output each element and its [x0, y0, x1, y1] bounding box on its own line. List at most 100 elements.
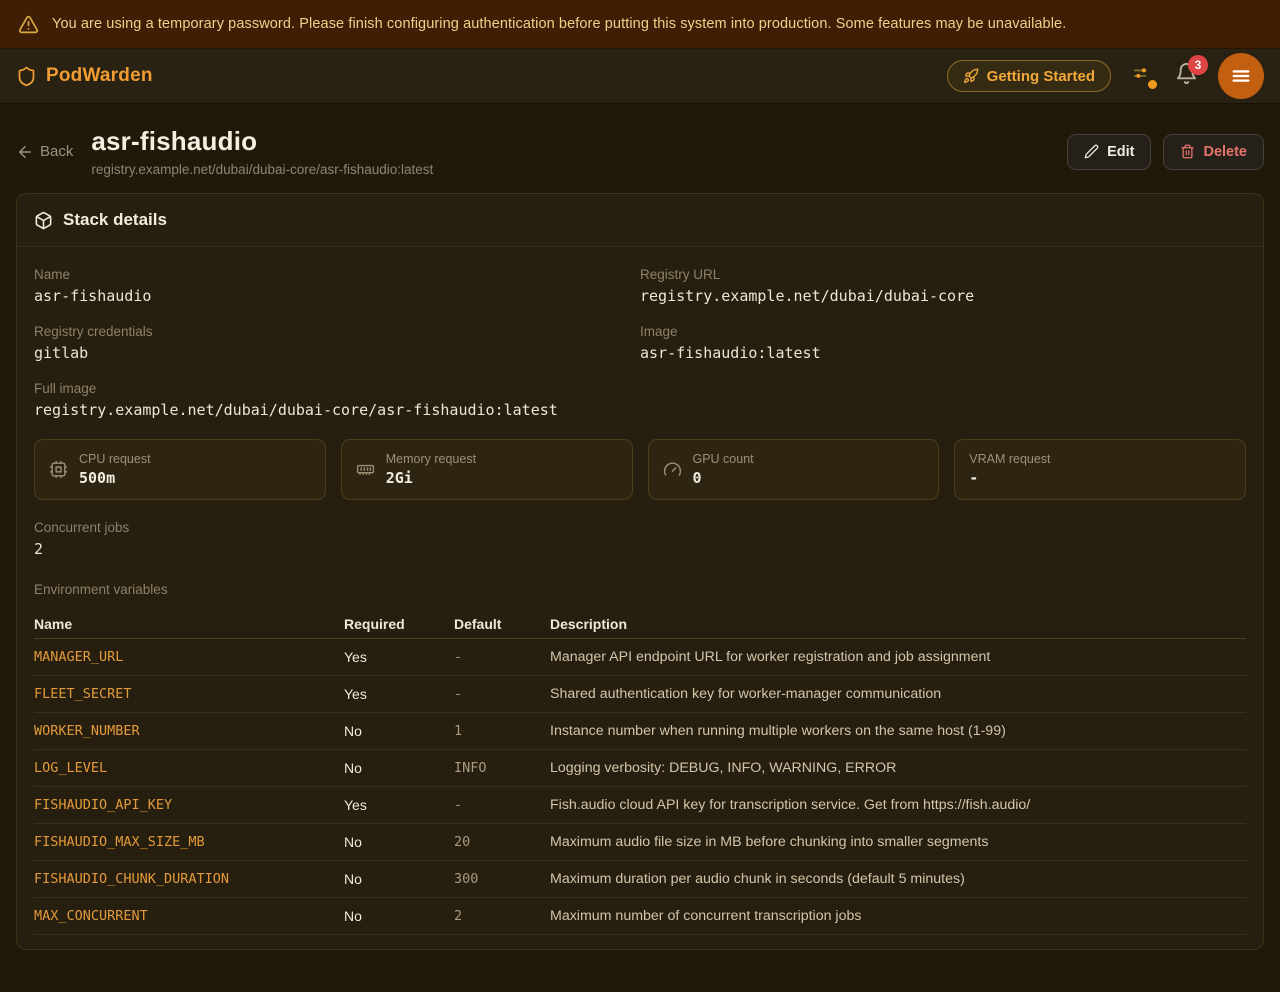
env-var-required: No	[344, 908, 454, 924]
warning-triangle-icon	[18, 14, 39, 35]
table-row: FISHAUDIO_API_KEY Yes - Fish.audio cloud…	[34, 787, 1246, 824]
user-menu-button[interactable]	[1218, 53, 1264, 99]
field-value: gitlab	[34, 344, 640, 362]
env-var-description: Shared authentication key for worker-man…	[550, 686, 1246, 702]
field-value: asr-fishaudio	[34, 287, 640, 305]
field-value: registry.example.net/dubai/dubai-core/as…	[34, 401, 1246, 419]
back-link[interactable]: Back	[16, 143, 73, 161]
env-var-required: Yes	[344, 649, 454, 665]
env-var-name: FLEET_SECRET	[34, 686, 344, 702]
temporary-password-banner: You are using a temporary password. Plea…	[0, 0, 1280, 49]
field-label: Image	[640, 324, 1246, 339]
table-row: MAX_CONCURRENT No 2 Maximum number of co…	[34, 898, 1246, 935]
cpu-request-card: CPU request 500m	[34, 439, 326, 500]
env-var-required: No	[344, 834, 454, 850]
env-variables-label: Environment variables	[34, 582, 1246, 597]
field-label: Concurrent jobs	[34, 520, 1246, 535]
cpu-icon	[49, 460, 68, 479]
env-var-name: FISHAUDIO_MAX_SIZE_MB	[34, 834, 344, 850]
delete-button[interactable]: Delete	[1163, 134, 1264, 170]
env-var-default: INFO	[454, 760, 550, 776]
field-value: asr-fishaudio:latest	[640, 344, 1246, 362]
stack-fields: Name asr-fishaudio Registry URL registry…	[34, 267, 1246, 419]
env-table-header: Name Required Default Description	[34, 609, 1246, 639]
table-row: FLEET_SECRET Yes - Shared authentication…	[34, 676, 1246, 713]
column-header-description: Description	[550, 616, 1246, 632]
env-var-description: Fish.audio cloud API key for transcripti…	[550, 797, 1246, 813]
resource-value: 500m	[79, 469, 151, 487]
env-var-description: Instance number when running multiple wo…	[550, 723, 1246, 739]
delete-label: Delete	[1203, 144, 1247, 160]
header-actions: Getting Started 3	[947, 53, 1264, 99]
env-var-description: Maximum audio file size in MB before chu…	[550, 834, 1246, 850]
resource-label: VRAM request	[969, 452, 1050, 466]
hamburger-icon	[1230, 65, 1252, 87]
table-row: FISHAUDIO_MAX_SIZE_MB No 20 Maximum audi…	[34, 824, 1246, 861]
env-var-default: 1	[454, 723, 550, 739]
env-var-name: WORKER_NUMBER	[34, 723, 344, 739]
resource-value: -	[969, 469, 1050, 487]
field-value: registry.example.net/dubai/dubai-core	[640, 287, 1246, 305]
trash-icon	[1180, 144, 1195, 159]
field-value: 2	[34, 540, 1246, 558]
getting-started-button[interactable]: Getting Started	[947, 60, 1111, 92]
getting-started-label: Getting Started	[987, 68, 1095, 85]
env-var-required: No	[344, 760, 454, 776]
field-full-image: Full image registry.example.net/dubai/du…	[34, 381, 1246, 419]
resource-label: CPU request	[79, 452, 151, 466]
rocket-icon	[963, 68, 979, 84]
table-row: WORKER_NUMBER No 1 Instance number when …	[34, 713, 1246, 750]
env-var-required: Yes	[344, 686, 454, 702]
notification-badge: 3	[1188, 55, 1208, 75]
env-var-required: No	[344, 723, 454, 739]
memory-request-card: Memory request 2Gi	[341, 439, 633, 500]
env-var-description: Maximum number of concurrent transcripti…	[550, 908, 1246, 924]
gpu-count-card: GPU count 0	[648, 439, 940, 500]
memory-icon	[356, 460, 375, 479]
field-label: Registry URL	[640, 267, 1246, 282]
field-image: Image asr-fishaudio:latest	[640, 324, 1246, 362]
page-title: asr-fishaudio	[91, 126, 433, 157]
field-label: Full image	[34, 381, 1246, 396]
edit-label: Edit	[1107, 144, 1134, 160]
resource-value: 2Gi	[386, 469, 476, 487]
env-var-default: 2	[454, 908, 550, 924]
shield-icon	[16, 66, 37, 87]
pencil-icon	[1084, 144, 1099, 159]
env-var-default: 300	[454, 871, 550, 887]
env-var-description: Manager API endpoint URL for worker regi…	[550, 649, 1246, 665]
column-header-required: Required	[344, 616, 454, 632]
edit-button[interactable]: Edit	[1067, 134, 1151, 170]
resource-value: 0	[693, 469, 754, 487]
notifications-bell[interactable]: 3	[1175, 62, 1198, 90]
brand[interactable]: PodWarden	[16, 65, 153, 87]
resource-label: Memory request	[386, 452, 476, 466]
table-row: FISHAUDIO_CHUNK_DURATION No 300 Maximum …	[34, 861, 1246, 898]
env-var-name: FISHAUDIO_API_KEY	[34, 797, 344, 813]
field-registry-url: Registry URL registry.example.net/dubai/…	[640, 267, 1246, 305]
env-var-default: 20	[454, 834, 550, 850]
table-row: MANAGER_URL Yes - Manager API endpoint U…	[34, 639, 1246, 676]
table-row: LOG_LEVEL No INFO Logging verbosity: DEB…	[34, 750, 1246, 787]
env-var-name: FISHAUDIO_CHUNK_DURATION	[34, 871, 344, 887]
field-name: Name asr-fishaudio	[34, 267, 640, 305]
env-var-required: No	[344, 871, 454, 887]
column-header-name: Name	[34, 616, 344, 632]
field-label: Registry credentials	[34, 324, 640, 339]
field-concurrent-jobs: Concurrent jobs 2	[34, 520, 1246, 558]
env-var-name: MANAGER_URL	[34, 649, 344, 665]
brand-name: PodWarden	[46, 65, 153, 87]
env-var-default: -	[454, 686, 550, 702]
resource-label: GPU count	[693, 452, 754, 466]
page-subtitle: registry.example.net/dubai/dubai-core/as…	[91, 162, 433, 177]
field-registry-credentials: Registry credentials gitlab	[34, 324, 640, 362]
env-var-description: Maximum duration per audio chunk in seco…	[550, 871, 1246, 887]
env-variables-table: Name Required Default Description MANAGE…	[34, 609, 1246, 935]
back-label: Back	[40, 143, 73, 160]
resource-cards: CPU request 500m Memory request 2Gi	[34, 439, 1246, 500]
app-header: PodWarden Getting Started 3	[0, 49, 1280, 104]
gauge-icon	[663, 460, 682, 479]
sliders-settings-icon[interactable]	[1131, 64, 1155, 88]
field-label: Name	[34, 267, 640, 282]
env-var-name: LOG_LEVEL	[34, 760, 344, 776]
